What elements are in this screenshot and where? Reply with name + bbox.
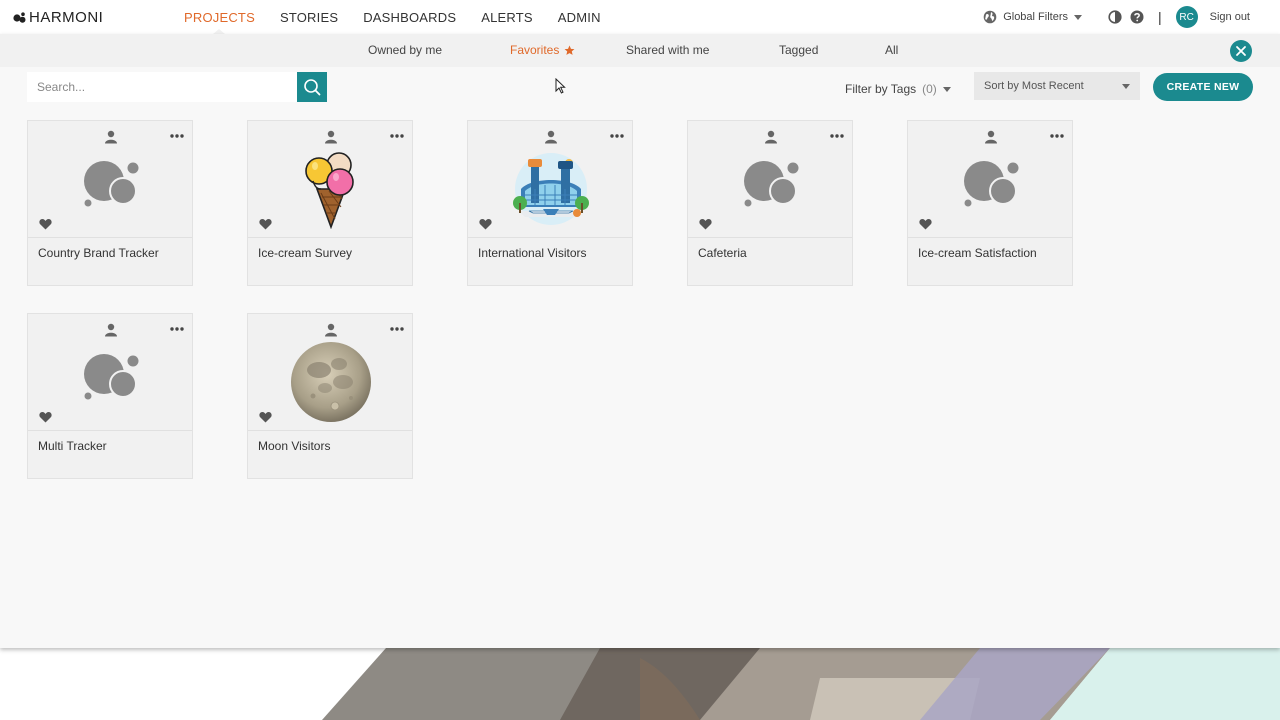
search-input[interactable] (27, 72, 297, 102)
more-options-icon[interactable] (609, 133, 625, 139)
owner-user-icon (545, 130, 557, 144)
brand-logo[interactable]: HARMONI (13, 9, 103, 26)
projects-panel: Owned by me Favorites Shared with me Tag… (0, 34, 1280, 648)
card-divider (468, 237, 632, 238)
chevron-down-icon (1073, 14, 1082, 20)
harmoni-logo-icon (13, 11, 26, 23)
tab-all[interactable]: All (885, 43, 898, 57)
nav-stories[interactable]: STORIES (280, 0, 338, 34)
more-options-icon[interactable] (169, 326, 185, 332)
star-icon (564, 45, 575, 55)
brand-name: HARMONI (29, 9, 104, 26)
tab-label: Favorites (510, 43, 560, 57)
sign-out-link[interactable]: Sign out (1210, 11, 1250, 23)
create-new-button[interactable]: CREATE NEW (1153, 73, 1253, 101)
tab-label: Tagged (779, 43, 819, 57)
header-separator: | (1157, 9, 1162, 25)
filter-tags-count: (0) (922, 82, 937, 96)
tab-favorites[interactable]: Favorites (510, 43, 575, 57)
project-title[interactable]: Cafeteria (698, 246, 747, 260)
favorite-heart-icon[interactable] (259, 218, 272, 230)
card-divider (908, 237, 1072, 238)
project-filter-tabs: Owned by me Favorites Shared with me Tag… (0, 34, 1280, 67)
global-filters-button[interactable]: Global Filters (983, 10, 1082, 24)
favorite-heart-icon[interactable] (259, 411, 272, 423)
header-actions: Global Filters | RC Sign out (983, 0, 1250, 34)
close-icon (1236, 46, 1246, 56)
tab-shared-with-me[interactable]: Shared with me (626, 43, 709, 57)
card-divider (248, 430, 412, 431)
ice-cream-icon (305, 152, 354, 229)
moon-image (291, 342, 371, 422)
owner-user-icon (325, 130, 337, 144)
nav-dashboards[interactable]: DASHBOARDS (363, 0, 456, 34)
project-card[interactable]: International Visitors (467, 120, 633, 286)
top-navigation-bar: HARMONI PROJECTS STORIES DASHBOARDS ALER… (0, 0, 1280, 34)
placeholder-bubbles-icon (964, 161, 1019, 207)
project-card[interactable]: Multi Tracker (27, 313, 193, 479)
project-title[interactable]: Ice-cream Survey (258, 246, 352, 260)
placeholder-bubbles-icon (84, 354, 139, 400)
search-icon (304, 79, 321, 96)
tab-label: Shared with me (626, 43, 710, 57)
owner-user-icon (325, 323, 337, 337)
favorite-heart-icon[interactable] (919, 218, 932, 230)
more-options-icon[interactable] (1049, 133, 1065, 139)
nav-admin[interactable]: ADMIN (558, 0, 601, 34)
mouse-cursor-icon (555, 78, 566, 94)
project-title[interactable]: Moon Visitors (258, 439, 330, 453)
global-filters-label: Global Filters (1003, 11, 1068, 23)
favorite-heart-icon[interactable] (39, 411, 52, 423)
more-options-icon[interactable] (389, 133, 405, 139)
filter-tags-label: Filter by Tags (845, 82, 917, 96)
project-card[interactable]: Country Brand Tracker (27, 120, 193, 286)
contrast-toggle-icon[interactable] (1108, 10, 1122, 24)
sort-label: Sort by Most Recent (984, 80, 1084, 92)
favorite-heart-icon[interactable] (699, 218, 712, 230)
chevron-down-icon (942, 86, 951, 92)
search-box (27, 72, 327, 102)
background-photo (0, 648, 1280, 720)
owner-user-icon (985, 130, 997, 144)
card-divider (28, 430, 192, 431)
chevron-down-icon (1122, 84, 1130, 89)
project-title[interactable]: Country Brand Tracker (38, 246, 159, 260)
nav-projects[interactable]: PROJECTS (184, 0, 255, 34)
search-button[interactable] (297, 72, 327, 102)
card-divider (688, 237, 852, 238)
card-divider (28, 237, 192, 238)
project-title[interactable]: Ice-cream Satisfaction (918, 246, 1037, 260)
tab-owned-by-me[interactable]: Owned by me (368, 43, 442, 57)
help-icon[interactable] (1130, 10, 1144, 24)
main-nav: PROJECTS STORIES DASHBOARDS ALERTS ADMIN (184, 0, 601, 34)
more-options-icon[interactable] (169, 133, 185, 139)
project-card[interactable]: Ice-cream Satisfaction (907, 120, 1073, 286)
more-options-icon[interactable] (389, 326, 405, 332)
owner-user-icon (765, 130, 777, 144)
owner-user-icon (105, 323, 117, 337)
sort-select[interactable]: Sort by Most Recent (974, 72, 1140, 100)
project-card[interactable]: Cafeteria (687, 120, 853, 286)
tab-label: All (885, 43, 899, 57)
user-avatar[interactable]: RC (1175, 6, 1198, 28)
favorite-heart-icon[interactable] (39, 218, 52, 230)
project-card[interactable]: Ice-cream Survey (247, 120, 413, 286)
globe-icon (983, 10, 997, 24)
close-panel-button[interactable] (1230, 40, 1252, 62)
card-divider (248, 237, 412, 238)
nav-alerts[interactable]: ALERTS (481, 0, 533, 34)
placeholder-bubbles-icon (744, 161, 799, 207)
project-title[interactable]: Multi Tracker (38, 439, 107, 453)
favorite-heart-icon[interactable] (479, 218, 492, 230)
project-title[interactable]: International Visitors (478, 246, 587, 260)
filter-by-tags-dropdown[interactable]: Filter by Tags (0) (845, 82, 951, 96)
placeholder-bubbles-icon (84, 161, 139, 207)
project-card[interactable]: Moon Visitors (247, 313, 413, 479)
more-options-icon[interactable] (829, 133, 845, 139)
tab-label: Owned by me (368, 43, 443, 57)
airport-illustration (513, 153, 589, 225)
tab-tagged[interactable]: Tagged (779, 43, 818, 57)
owner-user-icon (105, 130, 117, 144)
